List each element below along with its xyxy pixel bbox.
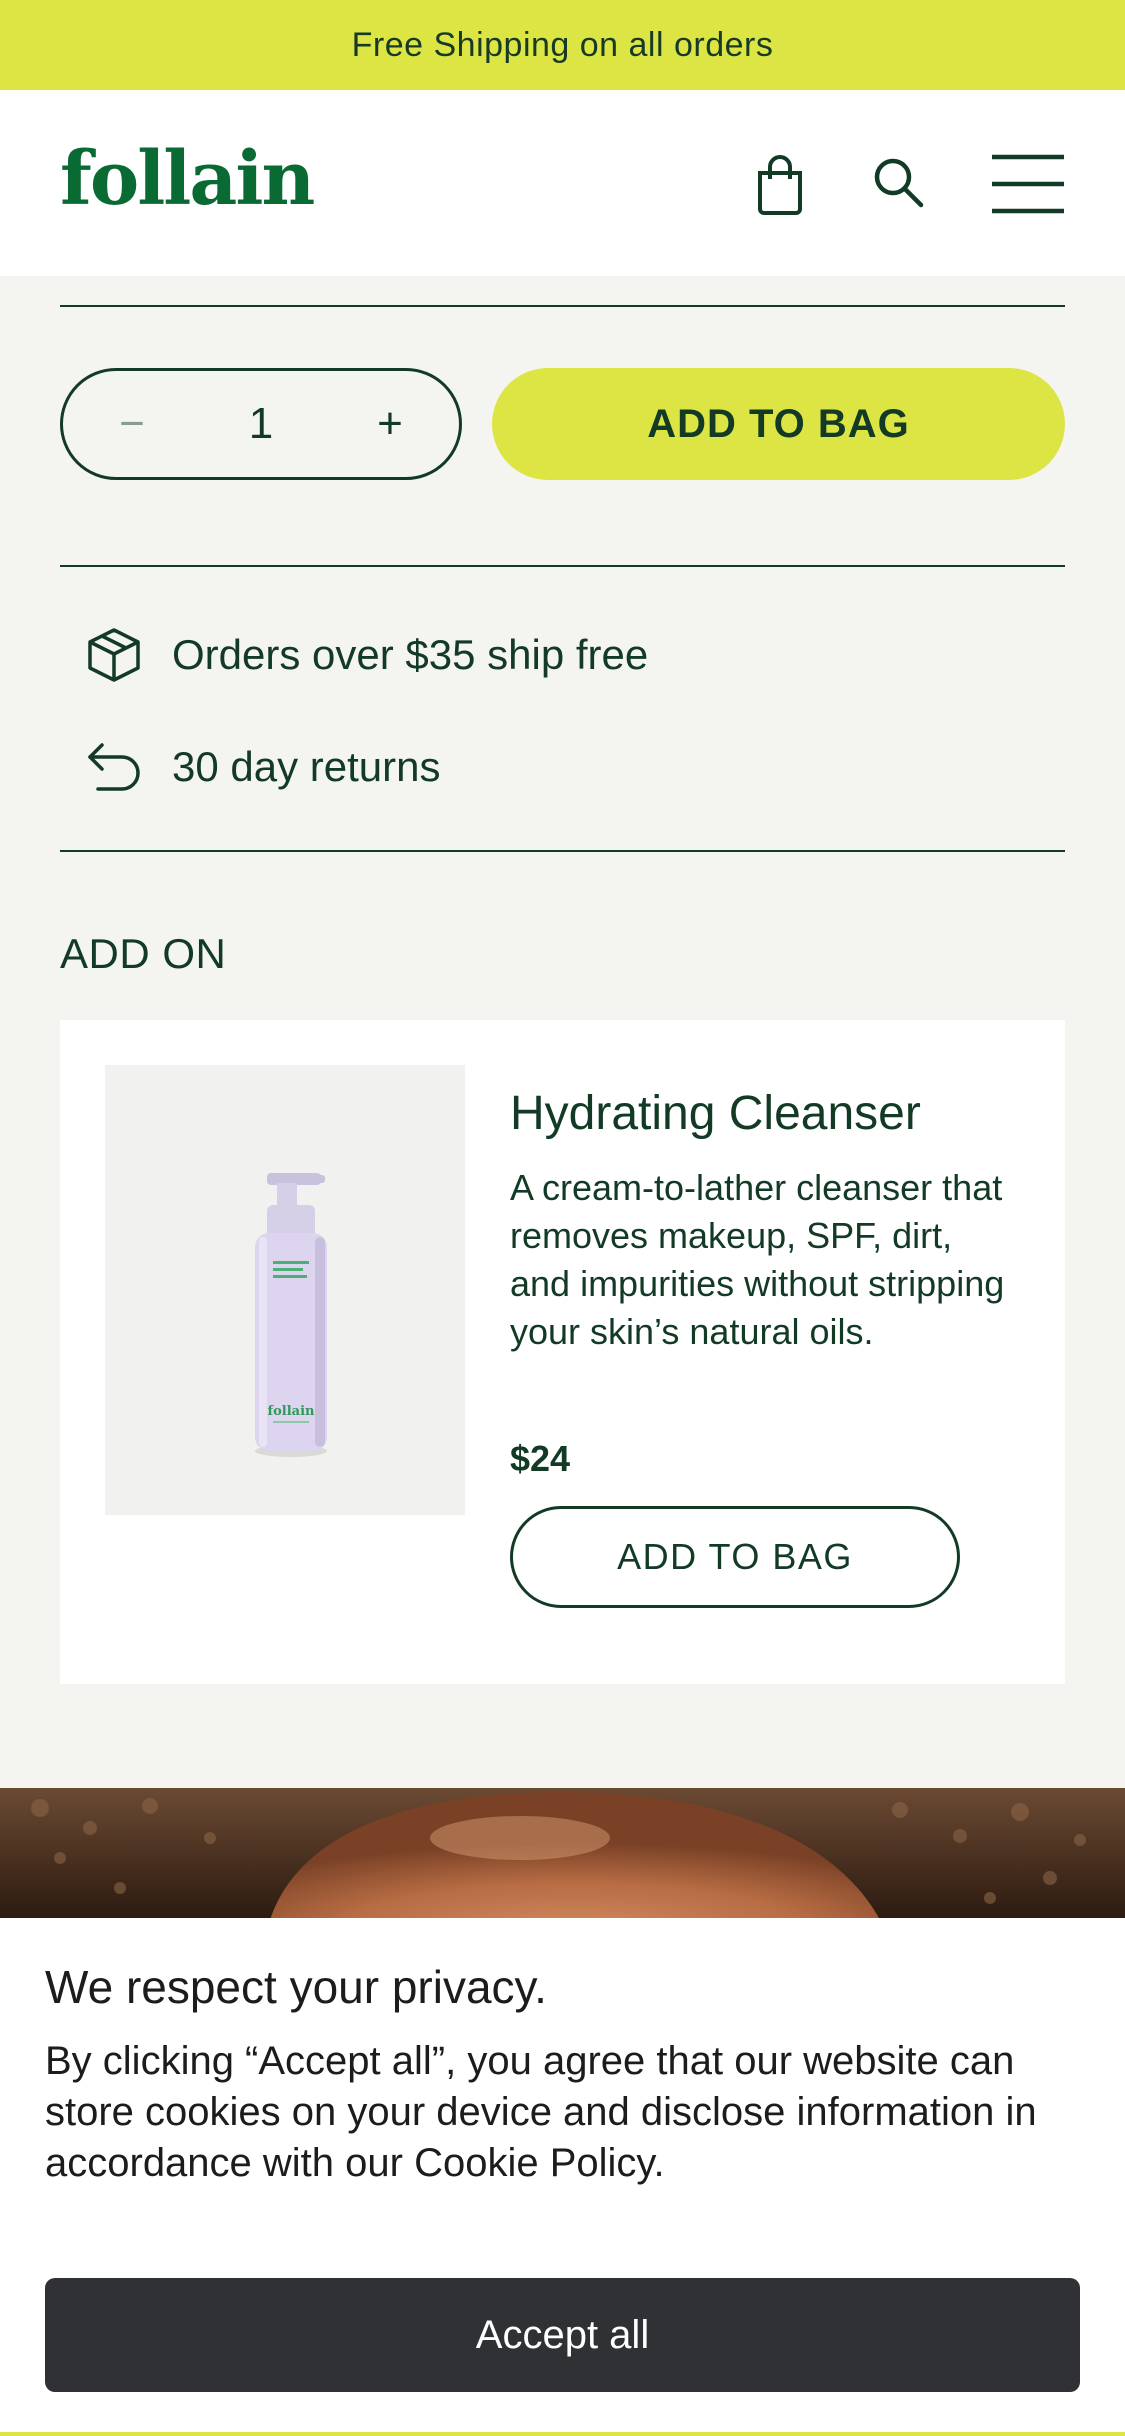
search-icon[interactable] (866, 150, 930, 214)
menu-icon[interactable] (990, 148, 1066, 220)
announcement-bar: Free Shipping on all orders (0, 0, 1125, 90)
box-icon (88, 628, 140, 682)
bottle-brand-text: follain (268, 1404, 316, 1419)
divider-bottom (60, 850, 1065, 852)
brand-logo[interactable]: follain (60, 142, 315, 216)
product-price: $24 (510, 1438, 571, 1479)
quantity-decrease-button[interactable]: − (107, 402, 157, 446)
accept-all-button[interactable]: Accept all (45, 2278, 1080, 2392)
hero-image (0, 1788, 1125, 1920)
product-image[interactable]: follain (105, 1065, 465, 1515)
cookie-body: By clicking “Accept all”, you agree that… (45, 2039, 1037, 2185)
add-to-bag-button[interactable]: ADD TO BAG (492, 368, 1065, 480)
quantity-increase-button[interactable]: + (365, 402, 415, 446)
divider-middle (60, 565, 1065, 567)
addon-product-card: follain Hydrating Cleanser A cream-to-la… (60, 1020, 1065, 1684)
cleanser-bottle-image: follain (255, 1173, 327, 1457)
perk-returns: 30 day returns (84, 737, 441, 797)
quantity-value[interactable]: 1 (249, 399, 273, 449)
product-description: A cream-to-lather cleanser that removes … (510, 1167, 1005, 1352)
cookie-banner: We respect your privacy. By clicking “Ac… (0, 1918, 1125, 2436)
perk-text: Orders over $35 ship free (172, 631, 649, 678)
cookie-title: We respect your privacy. (45, 1961, 547, 2013)
quantity-stepper: − 1 + (60, 368, 462, 480)
return-arrow-icon (88, 743, 140, 791)
bag-icon[interactable] (750, 150, 810, 220)
bottom-accent-bar (0, 2432, 1125, 2436)
addon-add-to-bag-button[interactable]: ADD TO BAG (510, 1506, 960, 1608)
announcement-text: Free Shipping on all orders (351, 25, 774, 64)
site-header: follain (0, 90, 1125, 276)
product-title[interactable]: Hydrating Cleanser (510, 1086, 921, 1141)
addon-heading: ADD ON (60, 930, 227, 977)
page: Free Shipping on all orders follain − 1 … (0, 0, 1125, 2436)
perk-text: 30 day returns (172, 743, 441, 790)
perk-free-shipping: Orders over $35 ship free (84, 625, 648, 685)
divider-top (60, 305, 1065, 307)
model-photo (0, 1788, 1125, 1920)
